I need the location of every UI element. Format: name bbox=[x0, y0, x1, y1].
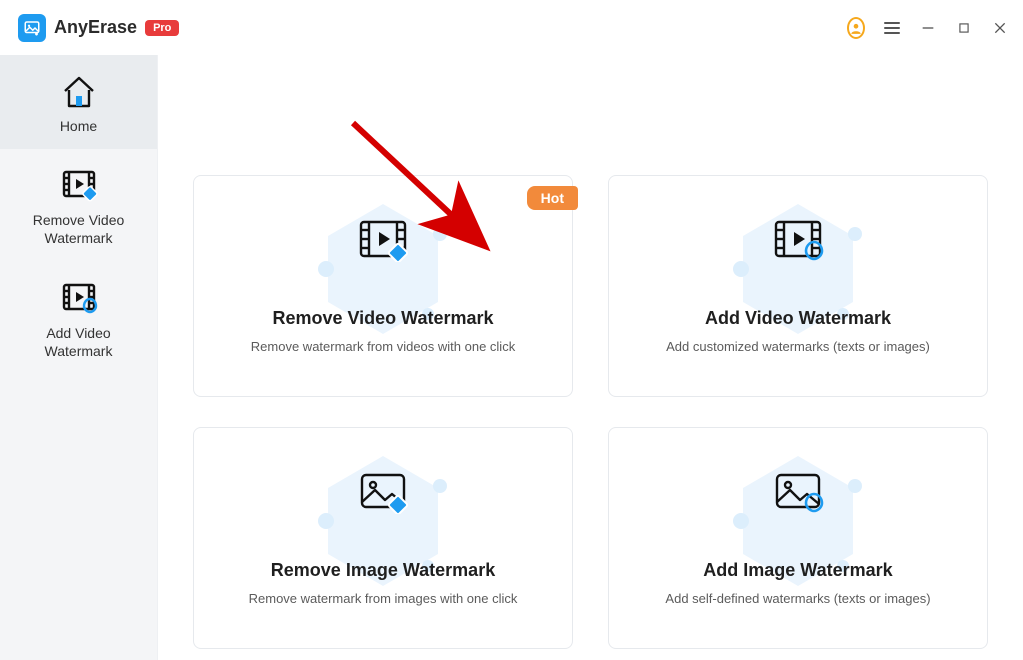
annotation-arrow bbox=[338, 115, 508, 270]
card-add-image-watermark[interactable]: Add Image Watermark Add self-defined wat… bbox=[608, 427, 988, 649]
card-title: Remove Video Watermark bbox=[272, 308, 493, 329]
card-title: Remove Image Watermark bbox=[271, 560, 495, 581]
card-subtitle: Remove watermark from images with one cl… bbox=[249, 591, 518, 606]
card-subtitle: Add customized watermarks (texts or imag… bbox=[666, 339, 930, 354]
sidebar-item-home[interactable]: Home bbox=[0, 55, 157, 149]
account-icon[interactable] bbox=[847, 19, 865, 37]
sidebar-item-add-video-watermark[interactable]: Add Video Watermark bbox=[0, 262, 157, 374]
maximize-button[interactable] bbox=[955, 19, 973, 37]
card-title: Add Image Watermark bbox=[703, 560, 892, 581]
image-erase-icon bbox=[357, 470, 409, 514]
home-icon bbox=[59, 73, 99, 109]
card-remove-image-watermark[interactable]: Remove Image Watermark Remove watermark … bbox=[193, 427, 573, 649]
hot-badge: Hot bbox=[527, 186, 578, 210]
sidebar-item-label: Home bbox=[60, 117, 97, 135]
sidebar: Home Remove Video Watermark Add Video Wa… bbox=[0, 55, 158, 660]
sidebar-item-label: Add Video Watermark bbox=[45, 324, 113, 360]
image-add-watermark-icon bbox=[772, 470, 824, 514]
card-add-video-watermark[interactable]: Add Video Watermark Add customized water… bbox=[608, 175, 988, 397]
minimize-button[interactable] bbox=[919, 19, 937, 37]
sidebar-item-label: Remove Video Watermark bbox=[33, 211, 125, 247]
main-content: Hot Remove Video Watermark Remove waterm… bbox=[158, 55, 1023, 660]
sidebar-item-remove-video-watermark[interactable]: Remove Video Watermark bbox=[0, 149, 157, 261]
video-add-watermark-icon bbox=[772, 218, 824, 262]
close-button[interactable] bbox=[991, 19, 1009, 37]
video-add-watermark-icon bbox=[59, 280, 99, 316]
app-name: AnyErase bbox=[54, 17, 137, 38]
title-bar: AnyErase Pro bbox=[0, 0, 1023, 55]
card-subtitle: Remove watermark from videos with one cl… bbox=[251, 339, 515, 354]
card-title: Add Video Watermark bbox=[705, 308, 891, 329]
window-controls bbox=[847, 19, 1009, 37]
brand: AnyErase Pro bbox=[18, 14, 179, 42]
app-logo-icon bbox=[18, 14, 46, 42]
pro-badge: Pro bbox=[145, 20, 179, 36]
menu-icon[interactable] bbox=[883, 19, 901, 37]
card-subtitle: Add self-defined watermarks (texts or im… bbox=[665, 591, 930, 606]
video-erase-icon bbox=[59, 167, 99, 203]
